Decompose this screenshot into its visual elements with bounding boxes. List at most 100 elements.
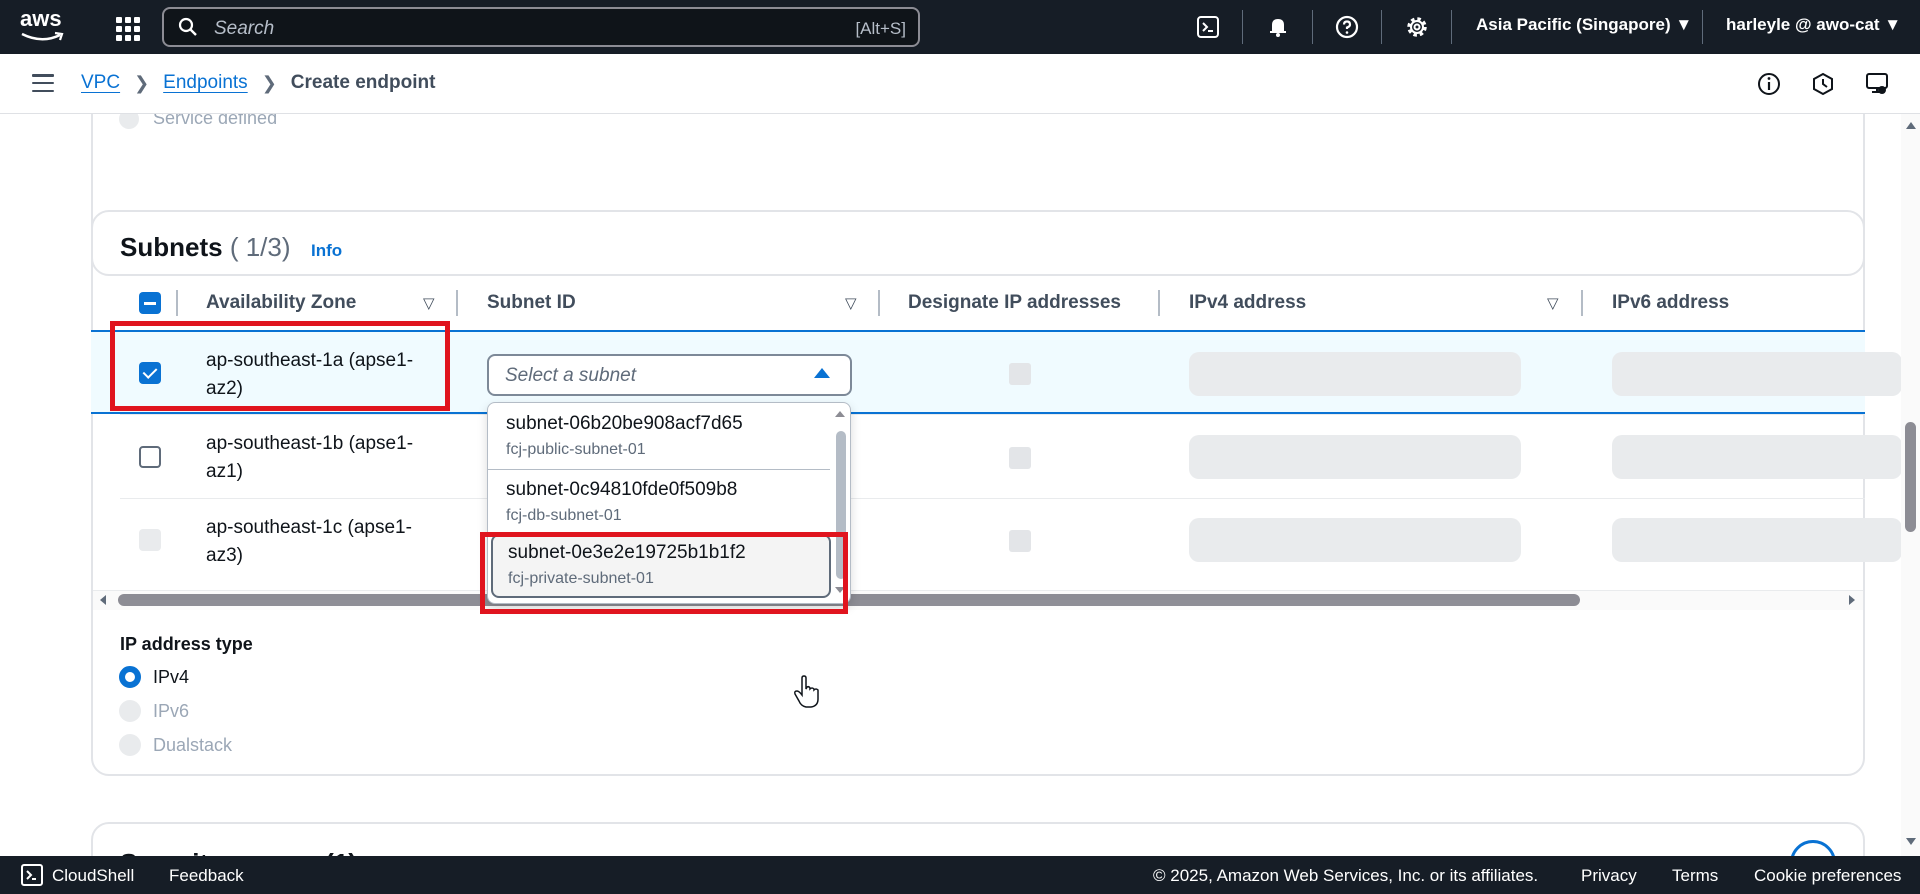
menu-icon[interactable] <box>32 74 54 92</box>
hand-cursor-icon <box>794 675 819 708</box>
radio-dualstack: Dualstack <box>119 734 232 756</box>
footer-bar: CloudShell Feedback © 2025, Amazon Web S… <box>0 856 1920 894</box>
subnet-option-name: fcj-private-subnet-01 <box>508 570 654 587</box>
top-navigation-bar: aws Search [Alt+S] Asia Pacific (Singapo… <box>0 0 1920 54</box>
subnet-option-id: subnet-06b20be908acf7d65 <box>506 413 743 434</box>
bell-icon[interactable] <box>1262 11 1294 43</box>
aws-logo[interactable]: aws <box>20 8 70 48</box>
column-divider <box>878 290 880 316</box>
scroll-down-icon[interactable] <box>1906 838 1916 845</box>
ipv6-address-field <box>1612 352 1902 396</box>
ip-address-type-label: IP address type <box>120 634 253 654</box>
radio-disabled <box>119 734 141 756</box>
subnet-option-id: subnet-0e3e2e19725b1b1f2 <box>508 542 746 563</box>
column-divider <box>1158 290 1160 316</box>
designate-ip-checkbox <box>1009 447 1031 469</box>
ipv4-address-field <box>1189 518 1521 562</box>
status-icon[interactable] <box>1810 71 1836 97</box>
services-menu-icon[interactable] <box>113 14 140 41</box>
column-header-ipv4[interactable]: IPv4 address <box>1189 292 1306 314</box>
radio-ipv6: IPv6 <box>119 700 189 722</box>
page-scroll-thumb[interactable] <box>1905 422 1916 532</box>
radio-label: IPv6 <box>153 700 190 721</box>
column-divider <box>176 290 178 316</box>
service-defined-label: Service defined <box>153 114 278 128</box>
breadcrumb-vpc[interactable]: VPC <box>81 72 120 94</box>
security-groups-card <box>91 822 1865 856</box>
ipv4-address-field <box>1189 352 1521 396</box>
subnet-option[interactable]: subnet-0c94810fde0f509b8 fcj-db-subnet-0… <box>488 471 830 535</box>
help-icon[interactable] <box>1331 11 1363 43</box>
subnet-select-placeholder: Select a subnet <box>505 365 636 386</box>
chevron-right-icon: ❯ <box>261 72 277 93</box>
row-availability-zone: ap-southeast-1a (apse1-az2) <box>206 350 414 399</box>
topbar-divider <box>1312 10 1313 44</box>
subnets-title-text: Subnets <box>120 232 223 262</box>
column-divider <box>456 290 458 316</box>
ipv6-address-field <box>1612 435 1902 479</box>
subnet-dropdown: subnet-06b20be908acf7d65 fcj-public-subn… <box>487 402 851 604</box>
scroll-down-icon[interactable] <box>835 587 845 593</box>
footer-feedback[interactable]: Feedback <box>169 866 244 886</box>
aws-smile-icon <box>21 31 64 41</box>
security-groups-title: Security groups (1) <box>120 848 357 856</box>
footer-cloudshell[interactable]: CloudShell <box>52 866 134 886</box>
scroll-up-icon[interactable] <box>835 411 845 417</box>
topbar-divider <box>1242 10 1243 44</box>
topbar-divider <box>1381 10 1382 44</box>
radio-ipv4[interactable]: IPv4 <box>119 666 189 688</box>
designate-ip-checkbox <box>1009 363 1031 385</box>
cloudshell-icon[interactable] <box>1192 11 1224 43</box>
topbar-divider <box>1702 10 1703 44</box>
sort-icon[interactable]: ▽ <box>1547 294 1559 312</box>
column-header-ipv6: IPv6 address <box>1612 292 1730 313</box>
radio-disabled <box>119 114 139 129</box>
search-shortcut: [Alt+S] <box>855 19 906 38</box>
cloudshell-icon[interactable] <box>21 864 43 886</box>
settings-icon[interactable] <box>1401 11 1433 43</box>
scroll-up-icon[interactable] <box>1906 122 1916 129</box>
column-header-subnet-id[interactable]: Subnet ID <box>487 292 576 314</box>
column-divider <box>1581 290 1583 316</box>
aws-logo-text: aws <box>20 6 62 31</box>
option-divider <box>488 469 830 470</box>
subnet-option-highlighted[interactable]: subnet-0e3e2e19725b1b1f2 fcj-private-sub… <box>491 534 831 598</box>
subnets-title: Subnets ( 1/3) <box>120 232 291 263</box>
subnets-info-link[interactable]: Info <box>311 241 342 261</box>
sort-icon[interactable]: ▽ <box>423 294 435 312</box>
breadcrumb-endpoints[interactable]: Endpoints <box>163 72 248 94</box>
region-selector[interactable]: Asia Pacific (Singapore) ▼ <box>1476 15 1692 35</box>
caret-up-icon <box>814 368 830 378</box>
sort-icon[interactable]: ▽ <box>845 294 857 312</box>
radio-label: IPv4 <box>153 666 190 687</box>
subnet-option[interactable]: subnet-06b20be908acf7d65 fcj-public-subn… <box>488 405 830 469</box>
scroll-left-icon[interactable] <box>100 595 106 605</box>
footer-cookie-preferences[interactable]: Cookie preferences <box>1754 866 1901 886</box>
feedback-panel-icon[interactable] <box>1864 71 1890 97</box>
row-availability-zone: ap-southeast-1b (apse1-az1) <box>206 433 414 482</box>
row-checkbox[interactable] <box>139 362 161 384</box>
designate-ip-checkbox <box>1009 530 1031 552</box>
row-checkbox[interactable] <box>139 446 161 468</box>
radio-selected[interactable] <box>119 666 141 688</box>
footer-copyright: © 2025, Amazon Web Services, Inc. or its… <box>1153 866 1539 885</box>
search-bar[interactable]: Search [Alt+S] <box>162 7 920 47</box>
main-content: Service defined Subnets ( 1/3) Info Avai… <box>0 114 1920 856</box>
column-header-az[interactable]: Availability Zone <box>206 292 356 314</box>
subnets-count: ( 1/3) <box>229 232 291 262</box>
breadcrumb-current: Create endpoint <box>290 72 436 93</box>
dropdown-scrollbar[interactable] <box>836 431 846 579</box>
footer-privacy[interactable]: Privacy <box>1581 866 1637 886</box>
subnet-option-id: subnet-0c94810fde0f509b8 <box>506 479 738 500</box>
select-all-checkbox[interactable] <box>139 292 161 314</box>
topbar-divider <box>1451 10 1452 44</box>
info-panel-icon[interactable] <box>1756 71 1782 97</box>
scroll-right-icon[interactable] <box>1849 595 1855 605</box>
footer-terms[interactable]: Terms <box>1672 866 1718 886</box>
subnet-option-name: fcj-db-subnet-01 <box>506 507 622 524</box>
account-menu[interactable]: harleyle @ awo-cat ▼ <box>1726 15 1901 35</box>
service-defined-option: Service defined <box>119 114 277 129</box>
subnet-select[interactable]: Select a subnet <box>487 354 852 396</box>
search-icon <box>178 17 197 36</box>
ipv4-address-field <box>1189 435 1521 479</box>
